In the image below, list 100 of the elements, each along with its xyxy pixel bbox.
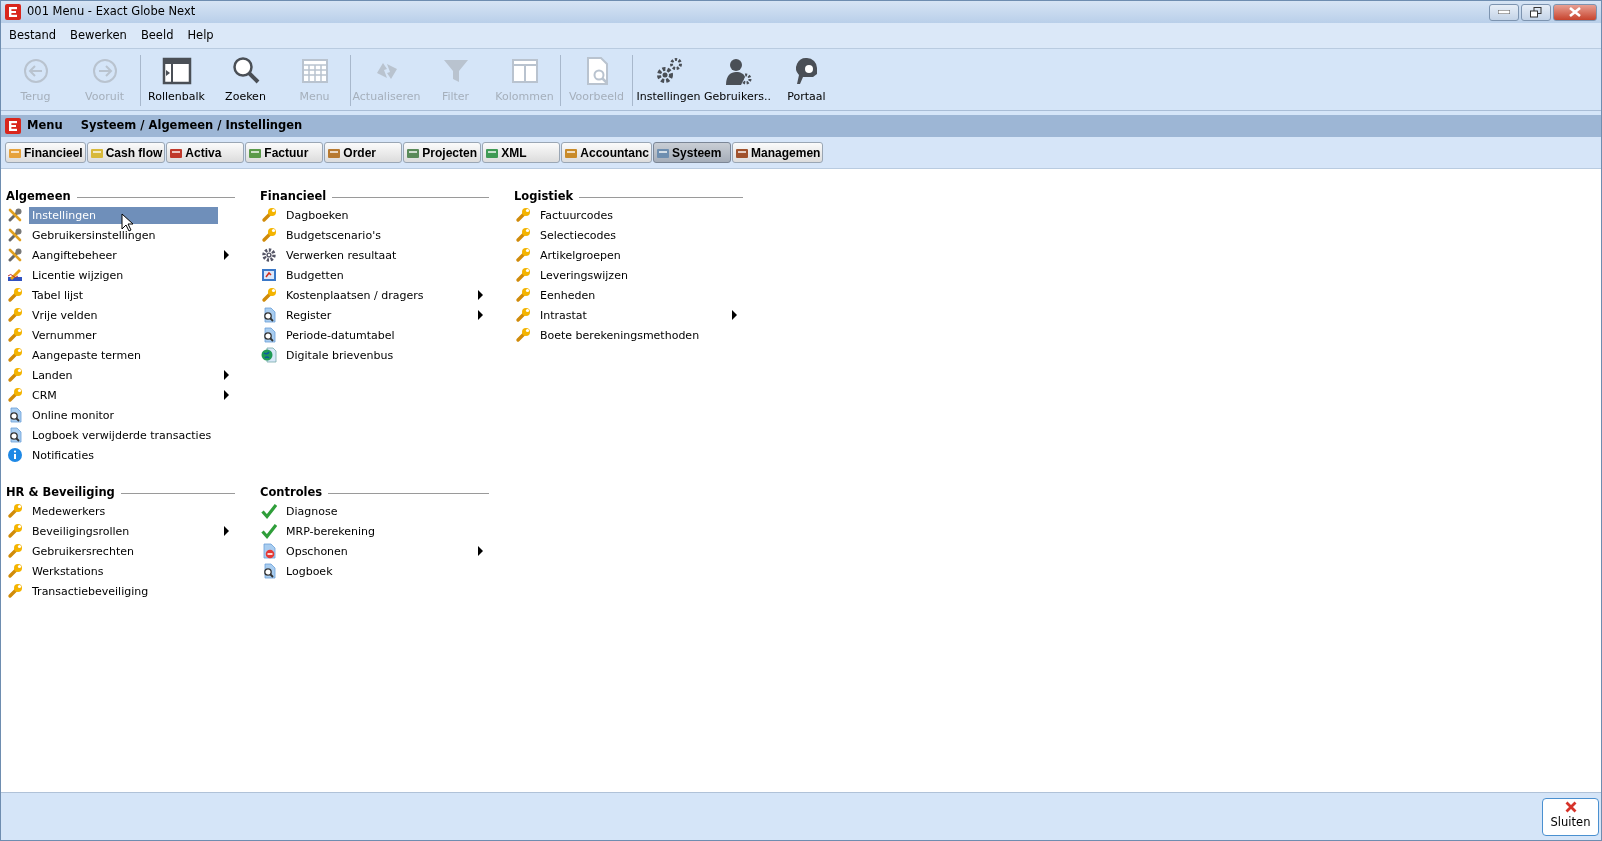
wrench-icon: [7, 347, 23, 363]
module-tab[interactable]: Financieel: [5, 142, 86, 163]
toolbar-button[interactable]: Gebruikers..: [703, 51, 772, 110]
menu-entry[interactable]: Factuurcodes: [537, 206, 726, 224]
wrench-icon: [7, 523, 23, 539]
module-tab[interactable]: Systeem: [653, 142, 732, 163]
menu-item[interactable]: Help: [182, 26, 219, 45]
wrench-icon: [7, 543, 23, 559]
app-logo-icon: [5, 4, 21, 20]
wrench-icon: [515, 247, 531, 263]
toolbar-button[interactable]: Zoeken: [211, 51, 280, 110]
menu-entry[interactable]: Digitale brievenbus: [283, 346, 472, 364]
document-search-icon: [7, 427, 23, 443]
wrench-icon: [515, 287, 531, 303]
menu-entry[interactable]: Opschonen: [283, 542, 472, 560]
menu-entry[interactable]: Licentie wijzigen: [29, 266, 218, 284]
menu-entry[interactable]: Eenheden: [537, 286, 726, 304]
menu-entry[interactable]: Landen: [29, 366, 218, 384]
menu-entry[interactable]: Dagboeken: [283, 206, 472, 224]
menu-entry[interactable]: Notificaties: [29, 446, 218, 464]
module-tab[interactable]: Managemen: [732, 142, 824, 163]
close-button[interactable]: Sluiten: [1542, 797, 1599, 836]
menu-entry[interactable]: Gebruikersinstellingen: [29, 226, 218, 244]
menu-entry[interactable]: Selectiecodes: [537, 226, 726, 244]
module-tab[interactable]: Factuur: [245, 142, 324, 163]
menu-entry[interactable]: Register: [283, 306, 472, 324]
wrench-icon: [261, 207, 277, 223]
menu-entry[interactable]: Vernummer: [29, 326, 218, 344]
section-title: Algemeen: [6, 188, 71, 206]
globe-document-icon: [261, 347, 277, 363]
menu-item[interactable]: Bewerken: [65, 26, 132, 45]
wrench-icon: [7, 287, 23, 303]
menu-entry[interactable]: Werkstations: [29, 562, 218, 580]
close-icon: [1564, 801, 1577, 814]
menu-entry[interactable]: Aangepaste termen: [29, 346, 218, 364]
wrench-icon: [7, 563, 23, 579]
wrench-icon: [515, 207, 531, 223]
toolbar-button[interactable]: Rollenbalk: [142, 51, 211, 110]
section-title: HR & Beveiliging: [6, 484, 115, 502]
module-tab[interactable]: XML: [482, 142, 561, 163]
wrench-icon: [7, 583, 23, 599]
menu-entry[interactable]: Logboek verwijderde transacties: [29, 426, 218, 444]
menu-entry[interactable]: Logboek: [283, 562, 472, 580]
app-logo-icon: [5, 118, 21, 134]
wrench-icon: [7, 367, 23, 383]
menu-entry[interactable]: Vrije velden: [29, 306, 218, 324]
module-tab[interactable]: Accountanc: [561, 142, 653, 163]
section-title: Financieel: [260, 188, 327, 206]
checkmark-icon: [261, 523, 277, 539]
menu-entry[interactable]: Kostenplaatsen / dragers: [283, 286, 472, 304]
menu-entry[interactable]: Beveiligingsrollen: [29, 522, 218, 540]
menu-entry[interactable]: Budgetten: [283, 266, 472, 284]
menu-entry[interactable]: Diagnose: [283, 502, 472, 520]
wrench-icon: [7, 327, 23, 343]
module-tab[interactable]: Cash flow: [86, 142, 166, 163]
menu-entry[interactable]: Online monitor: [29, 406, 218, 424]
menu-entry[interactable]: CRM: [29, 386, 218, 404]
wrench-icon: [515, 227, 531, 243]
section-title: Logistiek: [514, 188, 574, 206]
checkmark-icon: [261, 503, 277, 519]
module-tab[interactable]: Activa: [166, 142, 245, 163]
menu-entry[interactable]: Budgetscenario's: [283, 226, 472, 244]
wrench-icon: [515, 327, 531, 343]
menu-entry[interactable]: Medewerkers: [29, 502, 218, 520]
document-search-icon: [261, 307, 277, 323]
module-tab[interactable]: Projecten: [403, 142, 482, 163]
wrench-icon: [261, 227, 277, 243]
menu-entry[interactable]: Gebruikersrechten: [29, 542, 218, 560]
menu-entry[interactable]: Tabel lijst: [29, 286, 218, 304]
gear-icon: [261, 247, 277, 263]
document-remove-icon: [261, 543, 277, 559]
menu-entry[interactable]: MRP-berekening: [283, 522, 472, 540]
toolbar-button[interactable]: Portaal: [772, 51, 841, 110]
chart-book-icon: [261, 267, 277, 283]
close-window-button[interactable]: [1553, 3, 1597, 21]
menu-entry[interactable]: Transactiebeveiliging: [29, 582, 218, 600]
menu-item[interactable]: Beeld: [135, 26, 179, 45]
minimize-icon: [1498, 10, 1510, 14]
menu-entry[interactable]: Leveringswijzen: [537, 266, 726, 284]
wrench-icon: [515, 267, 531, 283]
module-tab[interactable]: Order: [324, 142, 403, 163]
restore-button[interactable]: [1521, 3, 1551, 21]
mouse-cursor-icon: [121, 213, 133, 232]
info-icon: [7, 447, 23, 463]
menu-entry[interactable]: Intrastat: [537, 306, 726, 324]
menu-entry[interactable]: Aangiftebeheer: [29, 246, 218, 264]
pen-icon: [7, 267, 23, 283]
menu-item[interactable]: Bestand: [4, 26, 62, 45]
menu-entry[interactable]: Periode-datumtabel: [283, 326, 472, 344]
breadcrumb-title: Menu: [27, 117, 63, 135]
sidebar-icon: [160, 55, 193, 87]
wrench-icon: [7, 503, 23, 519]
menu-entry[interactable]: Verwerken resultaat: [283, 246, 472, 264]
hammer-wrench-icon: [7, 247, 23, 263]
toolbar-button[interactable]: Instellingen: [634, 51, 703, 110]
wrench-icon: [515, 307, 531, 323]
menu-entry[interactable]: Boete berekeningsmethoden: [537, 326, 726, 344]
menu-entry[interactable]: Artikelgroepen: [537, 246, 726, 264]
close-icon: [1569, 7, 1581, 17]
document-search-icon: [261, 327, 277, 343]
